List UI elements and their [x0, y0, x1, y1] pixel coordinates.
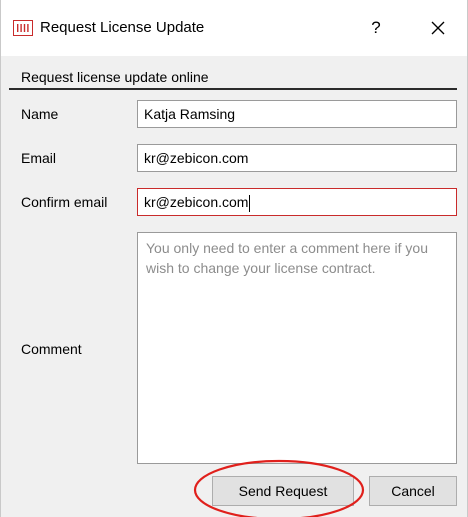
section-divider — [9, 88, 457, 90]
comment-textarea[interactable]: You only need to enter a comment here if… — [137, 232, 457, 464]
name-label: Name — [21, 106, 59, 122]
send-request-button[interactable]: Send Request — [212, 476, 354, 506]
text-caret — [249, 194, 251, 212]
email-label: Email — [21, 150, 57, 166]
close-button[interactable] — [421, 12, 455, 44]
confirm-email-input-value: kr@zebicon.com — [144, 194, 249, 210]
license-app-icon — [13, 20, 33, 36]
close-icon — [431, 21, 445, 35]
email-input-value: kr@zebicon.com — [144, 150, 249, 166]
section-heading: Request license update online — [21, 69, 209, 85]
confirm-email-label: Confirm email — [21, 194, 108, 210]
name-input[interactable]: Katja Ramsing — [137, 100, 457, 128]
confirm-email-input[interactable]: kr@zebicon.com — [137, 188, 457, 216]
email-input[interactable]: kr@zebicon.com — [137, 144, 457, 172]
name-input-value: Katja Ramsing — [144, 106, 236, 122]
request-license-update-dialog: Request License Update ? Request license… — [0, 0, 468, 517]
comment-label: Comment — [21, 341, 82, 357]
title-bar: Request License Update ? — [1, 0, 467, 56]
help-button[interactable]: ? — [361, 12, 391, 44]
dialog-title: Request License Update — [40, 19, 205, 36]
cancel-button[interactable]: Cancel — [369, 476, 457, 506]
comment-placeholder: You only need to enter a comment here if… — [146, 240, 428, 276]
